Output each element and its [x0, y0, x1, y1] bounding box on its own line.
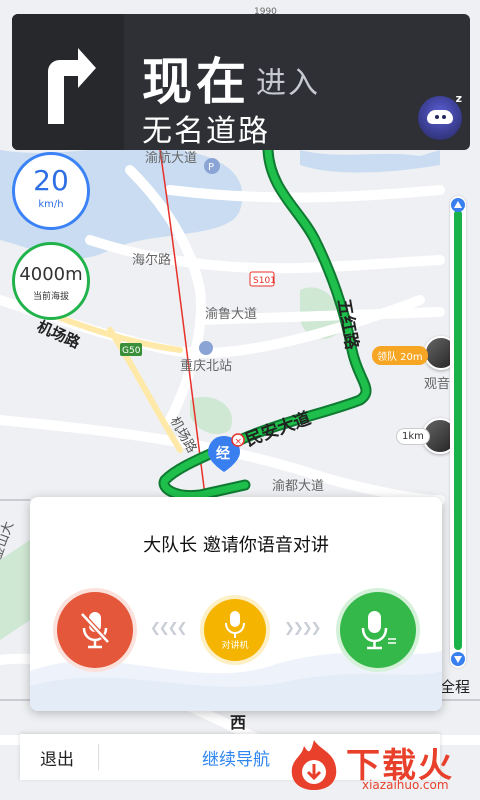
turn-right-icon — [48, 48, 96, 124]
highway-shield-s101: S101 — [249, 271, 276, 287]
continue-navigation-button[interactable]: 继续导航 — [202, 745, 270, 770]
mic-icon — [225, 611, 245, 639]
member-tag-2: 1km — [396, 428, 430, 445]
mic-icon — [361, 611, 396, 650]
chevrons-right-icon: ❯❯❯❯ — [284, 621, 322, 636]
exit-button[interactable]: 退出 — [40, 745, 74, 770]
speed-value: 20 — [33, 164, 69, 197]
flame-logo-icon — [291, 740, 337, 790]
svg-text:经: 经 — [216, 445, 230, 462]
speed-indicator: 20 km/h — [12, 152, 90, 230]
progress-top-arrow-icon — [451, 198, 465, 212]
accept-talk-button[interactable] — [340, 592, 416, 668]
station-icon — [199, 341, 213, 355]
robot-eye-right — [442, 115, 446, 119]
watermark: 下载火 xiazaihuo.com — [286, 734, 476, 796]
route-progress-fill — [454, 210, 462, 650]
altitude-indicator: 4000m 当前海拔 — [12, 242, 90, 320]
chevrons-left-icon: ❮❮❮❮ — [150, 621, 188, 636]
altitude-label: 当前海拔 — [32, 292, 69, 302]
robot-assistant-icon[interactable]: z — [418, 92, 462, 140]
map-label-top-road: 渝航大道 — [145, 150, 197, 166]
bar-divider — [98, 744, 99, 770]
map-label-yudu: 渝都大道 — [272, 478, 324, 494]
mic-off-icon — [80, 612, 110, 649]
map-label-haier: 海尔路 — [132, 252, 171, 268]
guidance-action: 进入 — [256, 66, 320, 101]
voice-talk-dialog: 大队长 邀请你语音对讲 ❮❮❮❮ 对讲机 ❯❯❯❯ — [30, 497, 442, 711]
map-label-yulu: 渝鲁大道 — [205, 306, 257, 322]
svg-text:G50: G50 — [122, 346, 141, 356]
highway-shield-g50: G50 — [120, 343, 142, 356]
robot-sleep-badge: z — [455, 92, 462, 105]
svg-text:P: P — [208, 162, 214, 173]
guidance-road-name: 无名道路 — [142, 114, 270, 149]
turn-indicator — [12, 14, 124, 150]
svg-text:S101: S101 — [253, 276, 276, 286]
progress-bottom-arrow-icon — [451, 652, 465, 666]
walkie-talkie-label: 对讲机 — [221, 641, 249, 651]
guidance-panel[interactable]: 现在 进入 无名道路 z — [12, 14, 470, 150]
map-label-xi: 西 — [230, 713, 246, 732]
dialog-title: 大队长 邀请你语音对讲 — [143, 535, 329, 556]
watermark-url: xiazaihuo.com — [362, 778, 449, 792]
map-label-guanyin: 观音 — [424, 376, 450, 392]
member-tag-leader: 领队 20m — [372, 346, 428, 365]
speed-unit: km/h — [38, 199, 64, 210]
walkie-talkie-button[interactable]: 对讲机 — [204, 599, 266, 661]
altitude-value: 4000m — [19, 264, 83, 285]
map-label-station: 重庆北站 — [180, 358, 232, 374]
parking-icon: P — [204, 158, 220, 174]
route-progress-bar[interactable] — [450, 196, 466, 668]
guidance-distance: 现在 — [142, 53, 250, 111]
full-route-button[interactable]: 全程 — [440, 676, 470, 697]
robot-eye-left — [435, 115, 439, 119]
reject-talk-button[interactable] — [57, 592, 133, 668]
svg-text:×: × — [235, 437, 243, 447]
